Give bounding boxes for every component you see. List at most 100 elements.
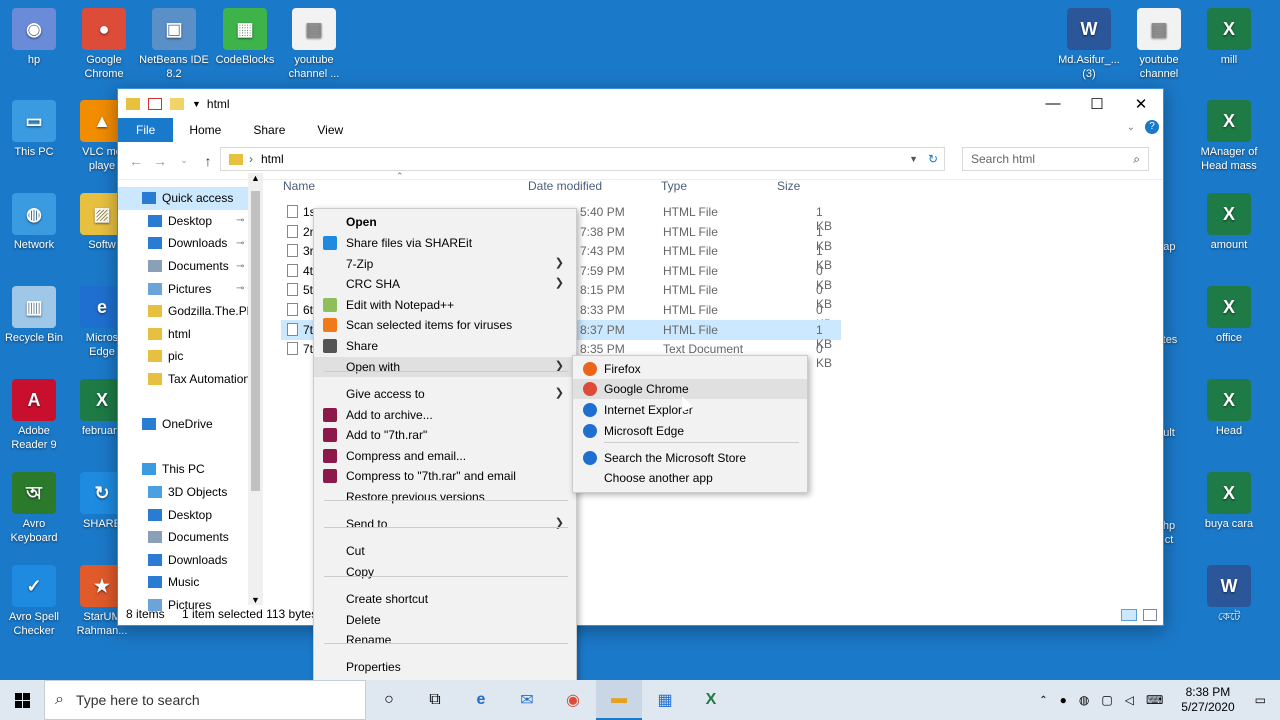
nav-item[interactable]: Downloads ⊸ <box>118 232 263 255</box>
taskbar-search-input[interactable]: Type here to search <box>76 692 200 708</box>
nav-item[interactable]: Desktop ⊸ <box>118 210 263 233</box>
taskbar-search-box[interactable]: ⌕ Type here to search <box>44 680 366 720</box>
nav-item[interactable]: Music <box>118 571 263 594</box>
column-date-modified[interactable]: Date modified <box>528 179 602 193</box>
desktop-icon[interactable]: ▦ CodeBlocks <box>207 8 283 67</box>
open-with-microsoft-edge[interactable]: Microsoft Edge <box>573 421 807 441</box>
help-icon[interactable]: ? <box>1145 120 1159 134</box>
forward-button[interactable]: → <box>148 153 172 169</box>
network-icon[interactable]: ◍ <box>1073 693 1095 707</box>
menu-item-send-to[interactable]: Send to ❯ <box>314 514 576 534</box>
show-hidden-icons-icon[interactable]: ⌃ <box>1033 695 1053 706</box>
microphone-icon[interactable]: ● <box>1054 693 1073 707</box>
breadcrumb-html[interactable]: html <box>261 152 284 166</box>
menu-item-give-access-to[interactable]: Give access to ❯ <box>314 384 576 404</box>
menu-item-compress-and-email[interactable]: Compress and email... <box>314 446 576 466</box>
nav-item[interactable]: OneDrive <box>118 413 263 436</box>
menu-item-create-shortcut[interactable]: Create shortcut <box>314 589 576 609</box>
search-input[interactable]: Search html <box>971 152 1035 166</box>
quick-access-dropdown-icon[interactable]: ▼ <box>192 99 201 109</box>
desktop-icon[interactable]: ◍ Network <box>0 193 72 252</box>
mail-taskbar-icon[interactable]: ✉ <box>504 680 550 720</box>
menu-item-rename[interactable]: Rename <box>314 630 576 650</box>
nav-item[interactable]: Tax Automation <box>118 368 263 391</box>
menu-item-open[interactable]: Open <box>314 212 576 232</box>
menu-item-add-to-7th-rar[interactable]: Add to "7th.rar" <box>314 425 576 445</box>
ime-icon[interactable]: ▢ <box>1095 693 1118 707</box>
menu-item-delete[interactable]: Delete <box>314 610 576 630</box>
properties-icon[interactable] <box>148 97 162 110</box>
desktop-icon[interactable]: A Adobe Reader 9 <box>0 379 72 452</box>
desktop-icon[interactable]: Xmill <box>1191 8 1267 67</box>
task-view-icon[interactable]: ⧉ <box>412 680 458 720</box>
excel-taskbar-icon[interactable]: X <box>688 680 734 720</box>
menu-item-edit-with-notepad[interactable]: Edit with Notepad++ <box>314 295 576 315</box>
expand-ribbon-icon[interactable]: ⌄ <box>1127 122 1135 133</box>
nav-item[interactable]: Downloads <box>118 549 263 572</box>
file-explorer-taskbar-icon[interactable]: ▬ <box>596 680 642 720</box>
address-dropdown-icon[interactable]: ▼ <box>909 154 918 164</box>
open-with-search-the-microsoft-store[interactable]: Search the Microsoft Store <box>573 448 807 468</box>
language-icon[interactable]: ⌨ <box>1140 693 1169 707</box>
tab-view[interactable]: View <box>301 118 359 142</box>
desktop-icon[interactable]: ▤ youtube channel <box>1121 8 1197 81</box>
chrome-taskbar-icon[interactable]: ◉ <box>550 680 596 720</box>
nav-item[interactable]: Documents <box>118 526 263 549</box>
column-type[interactable]: Type <box>661 179 687 193</box>
nav-scrollbar[interactable]: ▲ ▼ <box>248 173 263 605</box>
desktop-icon[interactable]: ✓ Avro Spell Checker <box>0 565 72 638</box>
menu-item-cut[interactable]: Cut <box>314 541 576 561</box>
desktop-icon[interactable]: ▣ NetBeans IDE 8.2 <box>136 8 212 81</box>
menu-item-scan-selected-items-for-viruses[interactable]: Scan selected items for viruses <box>314 315 576 335</box>
tab-home[interactable]: Home <box>173 118 237 142</box>
refresh-icon[interactable]: ↻ <box>928 152 938 166</box>
column-name[interactable]: Name <box>283 179 315 193</box>
menu-item-add-to-archive[interactable]: Add to archive... <box>314 405 576 425</box>
close-button[interactable]: ✕ <box>1119 89 1163 118</box>
nav-item[interactable]: Pictures ⊸ <box>118 277 263 300</box>
nav-item[interactable]: html <box>118 323 263 346</box>
desktop-icon[interactable]: W Md.Asifur_... (3) <box>1051 8 1127 81</box>
desktop-icon[interactable]: ▭ This PC <box>0 100 72 159</box>
scroll-down-icon[interactable]: ▼ <box>251 595 260 605</box>
up-button[interactable]: ↑ <box>196 153 220 169</box>
menu-item-share-files-via-shareit[interactable]: Share files via SHAREit <box>314 233 576 253</box>
large-icons-view-icon[interactable] <box>1143 609 1157 621</box>
cortana-icon[interactable]: ○ <box>366 680 412 720</box>
nav-item[interactable]: 3D Objects <box>118 481 263 504</box>
open-with-firefox[interactable]: Firefox <box>573 359 807 379</box>
column-size[interactable]: Size <box>777 179 800 193</box>
tab-file[interactable]: File <box>118 118 174 142</box>
nav-item[interactable]: Quick access <box>118 187 263 210</box>
menu-item-7-zip[interactable]: 7-Zip ❯ <box>314 254 576 274</box>
back-button[interactable]: ← <box>124 153 148 169</box>
desktop-icon[interactable]: ▥ Recycle Bin <box>0 286 72 345</box>
desktop-icon[interactable]: ● Google Chrome <box>66 8 142 81</box>
search-box[interactable]: Search html ⌕ <box>962 147 1149 171</box>
volume-icon[interactable]: ◁ <box>1119 693 1140 707</box>
minimize-button[interactable]: — <box>1031 89 1075 118</box>
address-bar[interactable]: › html ▼ ↻ <box>220 147 945 171</box>
nav-item[interactable]: Desktop <box>118 503 263 526</box>
nav-item[interactable]: Documents ⊸ <box>118 255 263 278</box>
menu-item-crc-sha[interactable]: CRC SHA ❯ <box>314 274 576 294</box>
new-folder-icon[interactable] <box>170 97 184 110</box>
menu-item-open-with[interactable]: Open with ❯ <box>314 357 576 377</box>
desktop-icon[interactable]: ▤ youtube channel ... <box>276 8 352 81</box>
details-view-icon[interactable] <box>1121 609 1137 621</box>
clock[interactable]: 8:38 PM 5/27/2020 <box>1169 685 1246 715</box>
menu-item-restore-previous-versions[interactable]: Restore previous versions <box>314 487 576 507</box>
nav-item[interactable]: This PC <box>118 458 263 481</box>
edge-taskbar-icon[interactable]: e <box>458 680 504 720</box>
open-with-google-chrome[interactable]: Google Chrome <box>573 379 807 399</box>
nav-item[interactable]: pic <box>118 345 263 368</box>
menu-item-compress-to-7th-rar-and-email[interactable]: Compress to "7th.rar" and email <box>314 466 576 486</box>
store-taskbar-icon[interactable]: ▦ <box>642 680 688 720</box>
desktop-icon[interactable]: অ Avro Keyboard <box>0 472 72 545</box>
menu-item-properties[interactable]: Properties <box>314 657 576 677</box>
desktop-icon[interactable]: X MAnager of Head mass <box>1191 100 1267 173</box>
tab-share[interactable]: Share <box>237 118 301 142</box>
nav-item[interactable]: Godzilla.The.Plan <box>118 300 263 323</box>
start-button[interactable] <box>0 680 44 720</box>
desktop-icon[interactable]: ◉ hp <box>0 8 72 67</box>
